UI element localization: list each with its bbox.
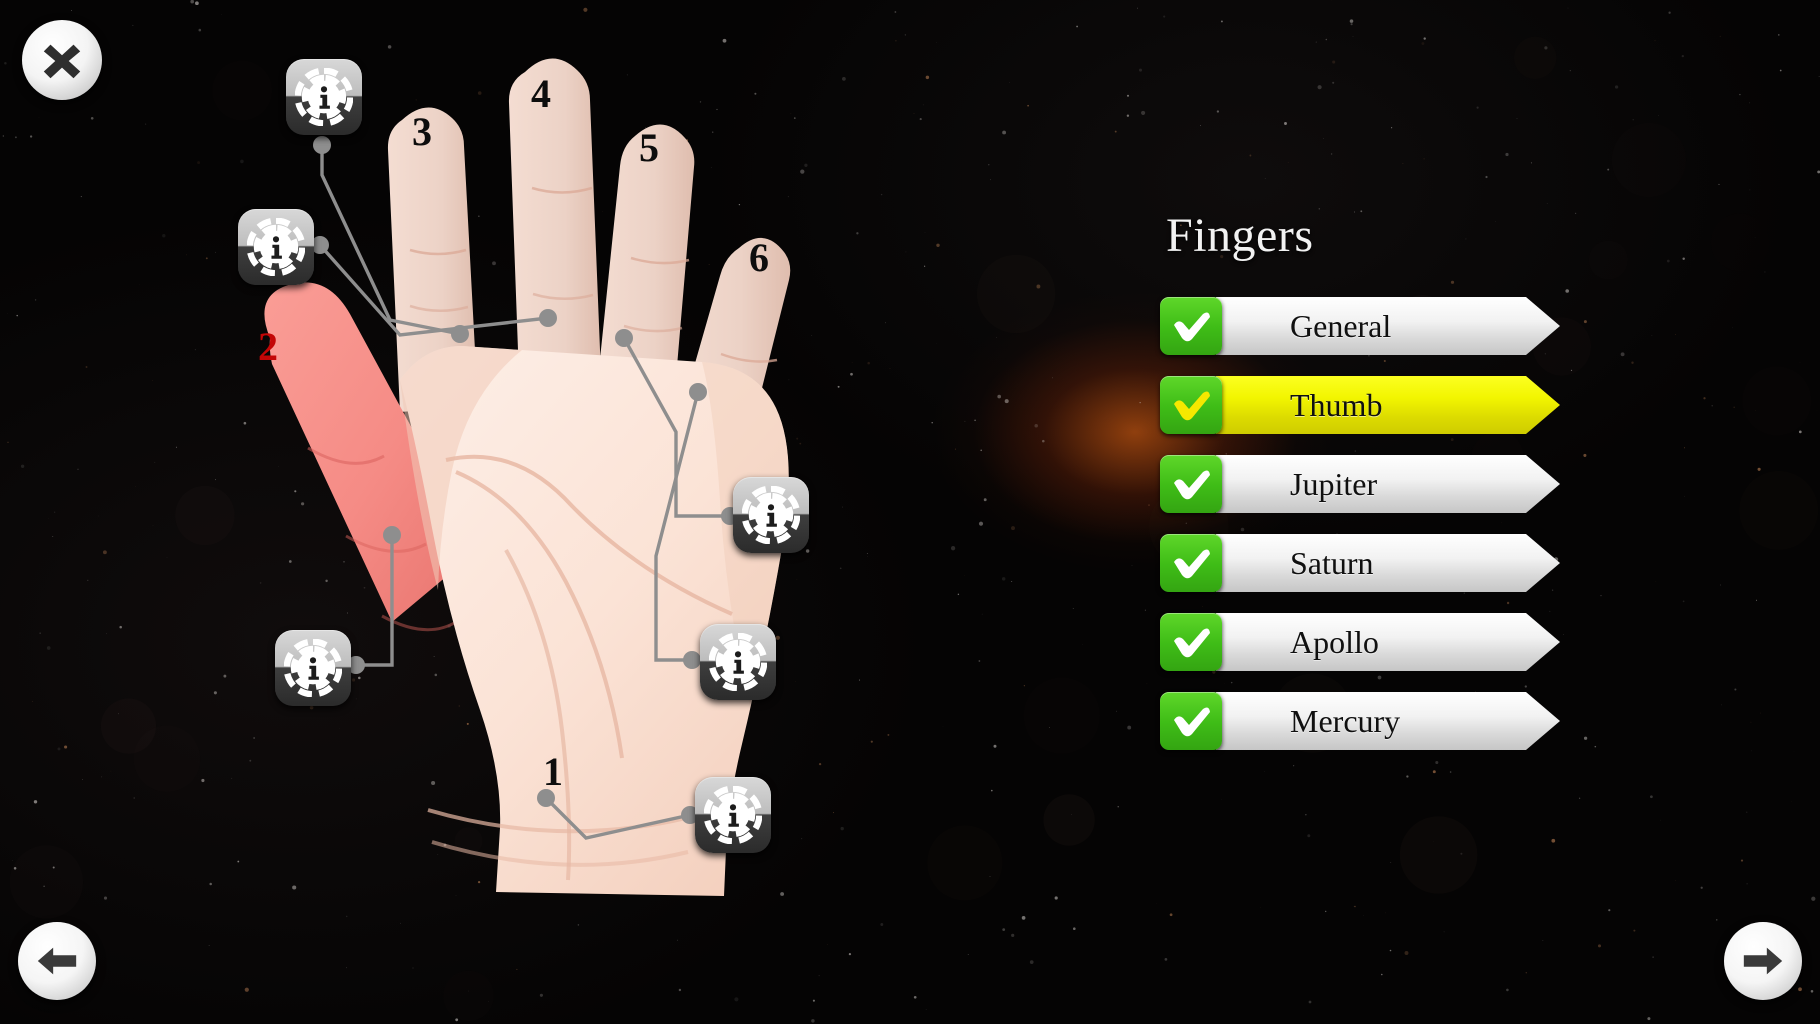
menu-bar-general[interactable]: General [1216, 297, 1560, 355]
hand-illustration [250, 50, 950, 1024]
check-icon [1174, 391, 1210, 421]
checkbox-mercury[interactable] [1160, 692, 1222, 750]
menu-item-apollo[interactable]: Apollo [1160, 613, 1560, 671]
app-stage: 1 2 3 4 5 6 Fingers General Thumb Jupite… [0, 0, 1820, 1024]
info-button-index-finger[interactable] [238, 209, 314, 285]
checkbox-jupiter[interactable] [1160, 455, 1222, 513]
menu-bar-jupiter[interactable]: Jupiter [1216, 455, 1560, 513]
menu-label-general: General [1290, 307, 1392, 344]
checkbox-thumb[interactable] [1160, 376, 1222, 434]
menu-item-saturn[interactable]: Saturn [1160, 534, 1560, 592]
region-number-2: 2 [258, 324, 278, 369]
info-icon [247, 218, 305, 276]
check-icon [1174, 549, 1210, 579]
region-number-6: 6 [749, 235, 769, 280]
check-icon [1174, 707, 1210, 737]
checkbox-general[interactable] [1160, 297, 1222, 355]
check-icon [1174, 312, 1210, 342]
checkbox-apollo[interactable] [1160, 613, 1222, 671]
menu-label-thumb: Thumb [1290, 386, 1383, 423]
menu-item-mercury[interactable]: Mercury [1160, 692, 1560, 750]
info-button-thumb[interactable] [275, 630, 351, 706]
info-icon [704, 786, 762, 844]
menu-label-jupiter: Jupiter [1290, 465, 1378, 502]
region-number-3: 3 [412, 109, 432, 154]
previous-button[interactable] [18, 922, 96, 1000]
menu-label-saturn: Saturn [1290, 544, 1374, 581]
arrow-right-icon [1743, 947, 1783, 975]
check-icon [1174, 628, 1210, 658]
next-button[interactable] [1724, 922, 1802, 1000]
menu-item-thumb[interactable]: Thumb [1160, 376, 1560, 434]
info-button-ring-finger[interactable] [733, 477, 809, 553]
close-x-icon [43, 44, 81, 79]
info-button-little-finger[interactable] [700, 624, 776, 700]
check-icon [1174, 470, 1210, 500]
menu-bar-saturn[interactable]: Saturn [1216, 534, 1560, 592]
info-icon [295, 68, 353, 126]
menu-label-mercury: Mercury [1290, 702, 1401, 739]
menu-bar-apollo[interactable]: Apollo [1216, 613, 1560, 671]
checkbox-saturn[interactable] [1160, 534, 1222, 592]
info-icon [709, 633, 767, 691]
region-number-4: 4 [531, 71, 551, 116]
info-button-palm[interactable] [695, 777, 771, 853]
info-icon [284, 639, 342, 697]
fingers-panel: Fingers General Thumb Jupiter Saturn Apo… [1160, 208, 1560, 771]
info-icon [742, 486, 800, 544]
region-number-5: 5 [639, 125, 659, 170]
arrow-left-icon [37, 947, 77, 975]
menu-item-general[interactable]: General [1160, 297, 1560, 355]
menu-label-apollo: Apollo [1290, 623, 1379, 660]
panel-title: Fingers [1166, 209, 1314, 262]
menu-bar-thumb[interactable]: Thumb [1216, 376, 1560, 434]
region-number-1: 1 [543, 749, 563, 794]
menu-bar-mercury[interactable]: Mercury [1216, 692, 1560, 750]
menu-item-jupiter[interactable]: Jupiter [1160, 455, 1560, 513]
close-button[interactable] [22, 20, 102, 100]
info-button-middle-finger[interactable] [286, 59, 362, 135]
